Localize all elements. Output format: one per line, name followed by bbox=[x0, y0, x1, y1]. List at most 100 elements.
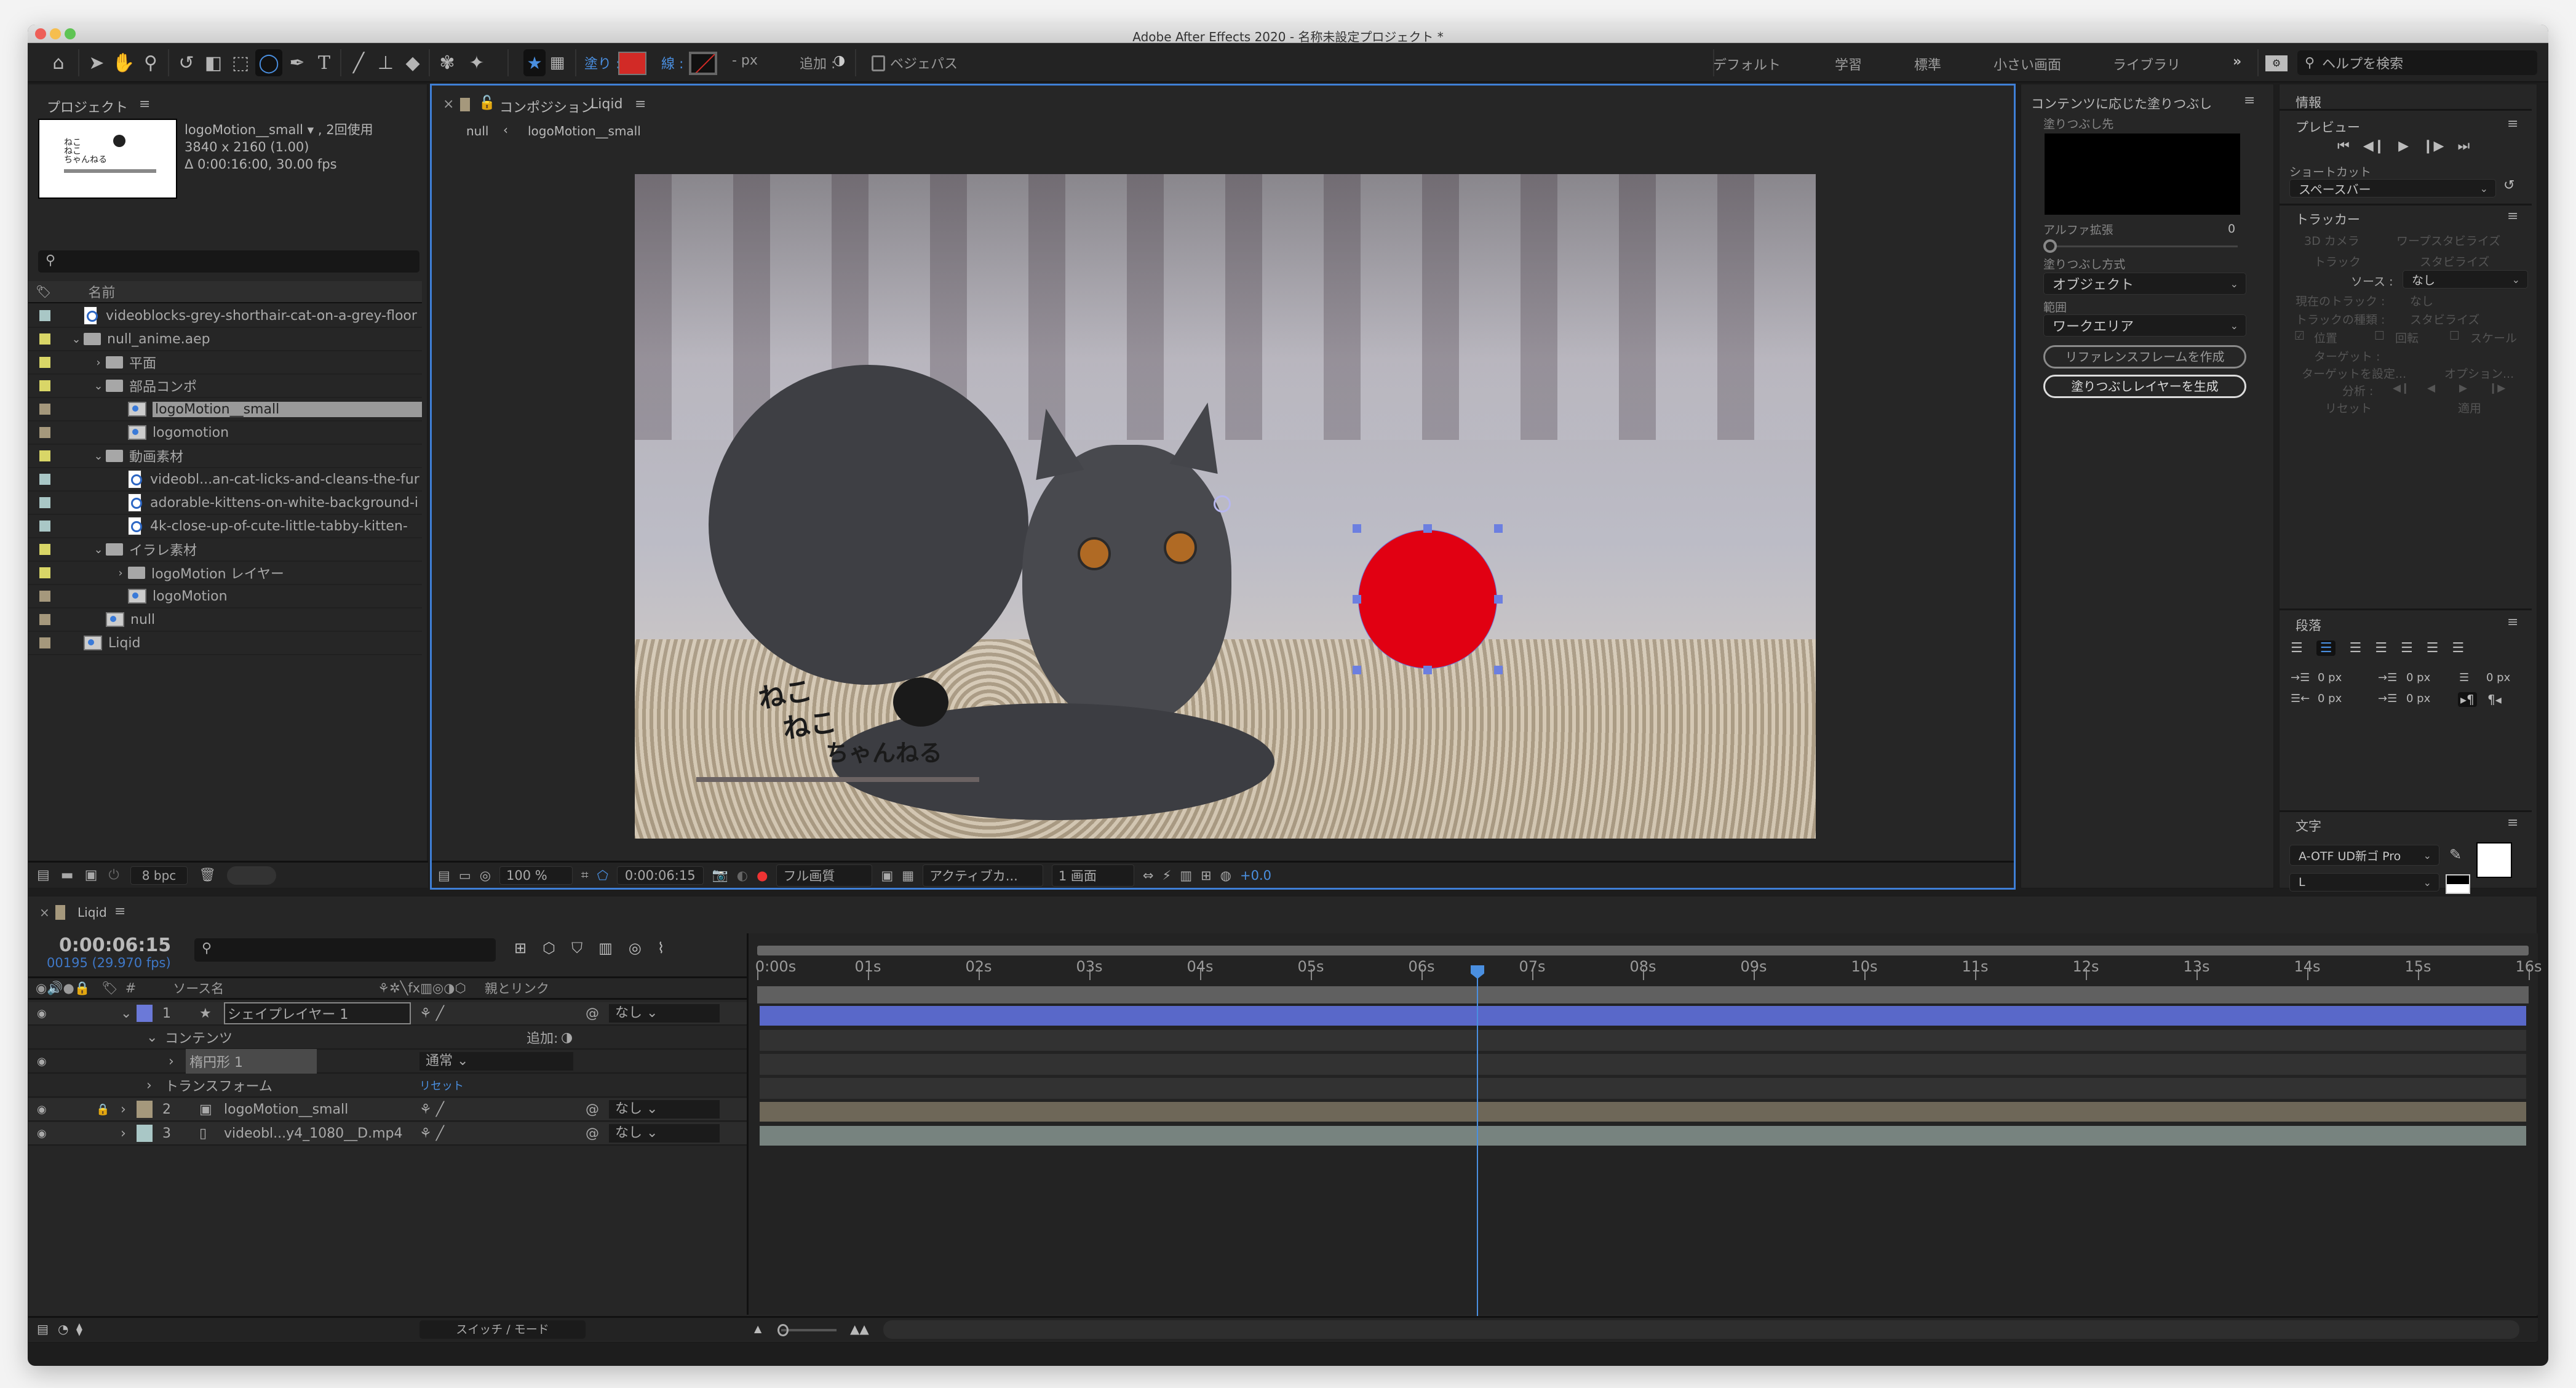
transform-handle[interactable] bbox=[1353, 666, 1361, 674]
label-color-swatch[interactable] bbox=[39, 427, 50, 438]
roto-brush-icon[interactable]: ✾ bbox=[435, 49, 459, 76]
chevron-down-icon[interactable]: ⌄ bbox=[91, 380, 106, 393]
project-item[interactable]: videobl...an-cat-licks-and-cleans-the-fu… bbox=[28, 468, 422, 492]
analyze-forward-icon[interactable]: ▶ bbox=[2459, 382, 2467, 394]
project-item[interactable]: logoMotion__small bbox=[28, 398, 422, 421]
clone-stamp-icon[interactable]: ⊥ bbox=[373, 49, 398, 76]
chevron-right-icon[interactable]: › bbox=[113, 567, 128, 580]
last-frame-icon[interactable]: ⏭ bbox=[2457, 138, 2470, 154]
visibility-eye-icon[interactable]: ◉ bbox=[37, 1007, 47, 1020]
bezier-path-checkbox[interactable] bbox=[872, 55, 885, 71]
position-checkbox[interactable]: ☑ bbox=[2294, 329, 2305, 343]
transform-reset-link[interactable]: リセット bbox=[419, 1077, 464, 1093]
in-out-toggle-icon[interactable]: ⧫ bbox=[76, 1322, 82, 1336]
transform-handle[interactable] bbox=[1494, 666, 1503, 674]
draft-3d-icon[interactable]: ⬡ bbox=[543, 939, 555, 957]
layer-name[interactable]: videobl...y4_1080__D.mp4 bbox=[224, 1126, 402, 1141]
analyze-back-one-icon[interactable]: ◀❙ bbox=[2393, 382, 2409, 394]
first-line-indent-value[interactable]: 0 px bbox=[2486, 671, 2510, 684]
transform-handle[interactable] bbox=[1423, 666, 1432, 674]
layer-switches-toggle-icon[interactable]: ▤ bbox=[37, 1322, 49, 1336]
label-color-swatch[interactable] bbox=[39, 357, 50, 368]
set-target-button[interactable]: ターゲットを設定... bbox=[2302, 365, 2406, 381]
new-composition-icon[interactable]: ▣ bbox=[85, 868, 98, 883]
layer-row[interactable]: ◉ ⌄ 1 ★ シェイプレイヤー 1 ⚘ ╱ @ なし ⌄ bbox=[28, 1002, 747, 1026]
zoom-in-icon[interactable]: ▲▲ bbox=[850, 1322, 869, 1336]
close-tab-icon[interactable]: × bbox=[443, 97, 454, 112]
type-icon[interactable]: T bbox=[312, 49, 336, 76]
comp-tab-name[interactable]: Liqid bbox=[590, 97, 622, 112]
transform-group-row[interactable]: › トランスフォーム リセット bbox=[28, 1074, 747, 1098]
panel-menu-icon[interactable]: ≡ bbox=[2507, 209, 2518, 224]
pick-whip-icon[interactable]: @ bbox=[586, 1126, 599, 1141]
close-tab-icon[interactable]: × bbox=[39, 905, 50, 920]
fast-previews-icon[interactable]: ⚡ bbox=[1162, 868, 1171, 883]
timeline-zoom-slider[interactable] bbox=[781, 1329, 837, 1331]
space-before-value[interactable]: 0 px bbox=[2406, 671, 2430, 684]
visibility-eye-icon[interactable]: ◉ bbox=[37, 1103, 47, 1116]
workspace-small-screen[interactable]: 小さい画面 bbox=[1994, 54, 2061, 74]
stroke-color-swatch[interactable] bbox=[689, 52, 717, 75]
options-button[interactable]: オプション... bbox=[2444, 365, 2514, 381]
lock-icon[interactable]: 🔓 bbox=[479, 95, 495, 111]
reset-shortcut-icon[interactable]: ↺ bbox=[2503, 178, 2514, 193]
composition-viewer[interactable]: ねこ ねこ ちゃんねる bbox=[635, 174, 1816, 839]
transform-handle[interactable] bbox=[1494, 595, 1503, 604]
ltr-direction-icon[interactable]: ▸¶ bbox=[2458, 692, 2477, 707]
ellipse-tool-icon[interactable]: ◯ bbox=[255, 49, 282, 76]
timeline-icon[interactable]: ▥ bbox=[1180, 868, 1192, 883]
interpret-footage-icon[interactable]: ▤ bbox=[37, 868, 50, 883]
help-search-input[interactable]: ⚲ ヘルプを検索 bbox=[2297, 50, 2537, 75]
channel-icon[interactable]: ● bbox=[757, 868, 768, 883]
transfer-controls-toggle-icon[interactable]: ◔ bbox=[58, 1322, 68, 1336]
transform-handle[interactable] bbox=[1353, 524, 1361, 533]
timeline-zoom-knob[interactable] bbox=[777, 1324, 789, 1336]
transparency-grid-icon[interactable]: ▦ bbox=[902, 868, 914, 883]
transform-handle[interactable] bbox=[1353, 595, 1361, 604]
chevron-right-icon[interactable]: › bbox=[91, 356, 106, 369]
pick-whip-icon[interactable]: @ bbox=[586, 1006, 599, 1021]
mask-view-icon[interactable]: ◎ bbox=[480, 868, 491, 883]
project-item[interactable]: adorable-kittens-on-white-background-i bbox=[28, 492, 422, 515]
track-type-value[interactable]: スタビライズ bbox=[2410, 311, 2479, 327]
indent-left-value[interactable]: 0 px bbox=[2318, 671, 2342, 684]
fill-color-swatch[interactable] bbox=[618, 52, 646, 75]
shortcut-dropdown[interactable]: スペースバー ⌄ bbox=[2289, 179, 2496, 197]
camera-dropdown[interactable]: アクティブカ... bbox=[923, 864, 1043, 887]
project-scrollbar[interactable] bbox=[227, 866, 277, 885]
work-area-bar[interactable] bbox=[757, 986, 2529, 1003]
region-of-interest-icon[interactable]: ⬠ bbox=[597, 868, 608, 883]
red-ellipse-shape[interactable] bbox=[1358, 530, 1497, 669]
show-snapshot-icon[interactable]: ◐ bbox=[737, 868, 748, 883]
fill-method-dropdown[interactable]: オブジェクト ⌄ bbox=[2043, 273, 2246, 295]
pen-icon[interactable]: ✒ bbox=[285, 49, 309, 76]
puppet-pin-icon[interactable]: ✦ bbox=[464, 49, 489, 76]
panel-menu-icon[interactable]: ≡ bbox=[2507, 615, 2518, 630]
label-color-swatch[interactable] bbox=[39, 637, 50, 648]
chevron-down-icon[interactable]: ⌄ bbox=[91, 450, 106, 463]
eraser-icon[interactable]: ◆ bbox=[400, 49, 425, 76]
analyze-backward-icon[interactable]: ◀ bbox=[2427, 382, 2435, 394]
layer-duration-bar[interactable] bbox=[760, 1006, 2526, 1026]
ellipse-group-name[interactable]: 楕円形 1 bbox=[186, 1049, 317, 1074]
camera-orbit-icon[interactable]: ◧ bbox=[201, 49, 226, 76]
panel-menu-icon[interactable]: ≡ bbox=[635, 97, 646, 112]
chevron-right-icon[interactable]: › bbox=[121, 1126, 126, 1141]
exposure-reset-icon[interactable]: ◍ bbox=[1220, 868, 1231, 883]
align-left-icon[interactable]: ☰ bbox=[2291, 640, 2303, 656]
label-color-swatch[interactable] bbox=[39, 333, 50, 345]
add-shape-icon[interactable]: ◑ bbox=[833, 53, 845, 68]
justify-left-icon[interactable]: ☰ bbox=[2375, 640, 2387, 656]
lock-icon[interactable]: 🔒 bbox=[96, 1103, 109, 1116]
first-frame-icon[interactable]: ⏮ bbox=[2337, 138, 2350, 154]
workspace-standard[interactable]: 標準 bbox=[1914, 54, 1941, 74]
label-color-swatch[interactable] bbox=[39, 380, 50, 391]
timeline-search-input[interactable]: ⚲ bbox=[194, 938, 496, 962]
chevron-right-icon[interactable]: › bbox=[121, 1102, 126, 1117]
display-icon[interactable]: ▭ bbox=[459, 868, 471, 883]
generate-fill-layer-button[interactable]: 塗りつぶしレイヤーを生成 bbox=[2043, 375, 2246, 398]
grid-guides-icon[interactable]: ⌗ bbox=[581, 868, 589, 883]
workspace-default[interactable]: デフォルト bbox=[1713, 54, 1781, 74]
3d-camera-button[interactable]: 3D カメラ bbox=[2304, 232, 2359, 249]
project-item[interactable]: videoblocks-grey-shorthair-cat-on-a-grey… bbox=[28, 305, 422, 328]
